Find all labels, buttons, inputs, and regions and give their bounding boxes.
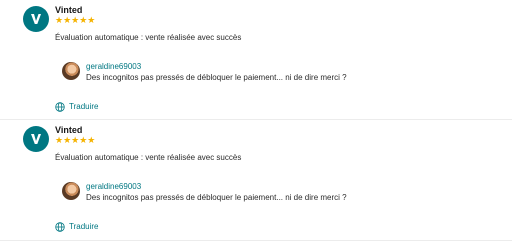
star-rating: ★★★★★	[55, 136, 95, 145]
vinted-logo-icon[interactable]	[23, 6, 49, 32]
review-message: Évaluation automatique : vente réalisée …	[55, 33, 242, 42]
review-item: Vinted ★★★★★ Évaluation automatique : ve…	[0, 0, 512, 120]
seller-reply: geraldine69003 Des incognitos pas pressé…	[62, 180, 512, 210]
review-message: Évaluation automatique : vente réalisée …	[55, 153, 242, 162]
reply-text: Des incognitos pas pressés de débloquer …	[86, 73, 347, 82]
reply-text: Des incognitos pas pressés de débloquer …	[86, 193, 347, 202]
avatar[interactable]	[62, 182, 80, 200]
translate-button[interactable]: Traduire	[55, 102, 99, 112]
v-letter-icon	[31, 14, 41, 24]
star-rating: ★★★★★	[55, 16, 95, 25]
reply-author[interactable]: geraldine69003	[86, 62, 141, 72]
avatar[interactable]	[62, 62, 80, 80]
globe-icon	[55, 102, 65, 112]
translate-label: Traduire	[69, 102, 99, 111]
review-item: Vinted ★★★★★ Évaluation automatique : ve…	[0, 120, 512, 241]
vinted-logo-icon[interactable]	[23, 126, 49, 152]
reviews-list: Vinted ★★★★★ Évaluation automatique : ve…	[0, 0, 512, 241]
translate-label: Traduire	[69, 222, 99, 231]
globe-icon	[55, 222, 65, 232]
translate-button[interactable]: Traduire	[55, 222, 99, 232]
reply-author[interactable]: geraldine69003	[86, 182, 141, 192]
v-letter-icon	[31, 134, 41, 144]
seller-reply: geraldine69003 Des incognitos pas pressé…	[62, 60, 512, 90]
stars-icon: ★★★★★	[55, 135, 96, 145]
stars-icon: ★★★★★	[55, 15, 96, 25]
